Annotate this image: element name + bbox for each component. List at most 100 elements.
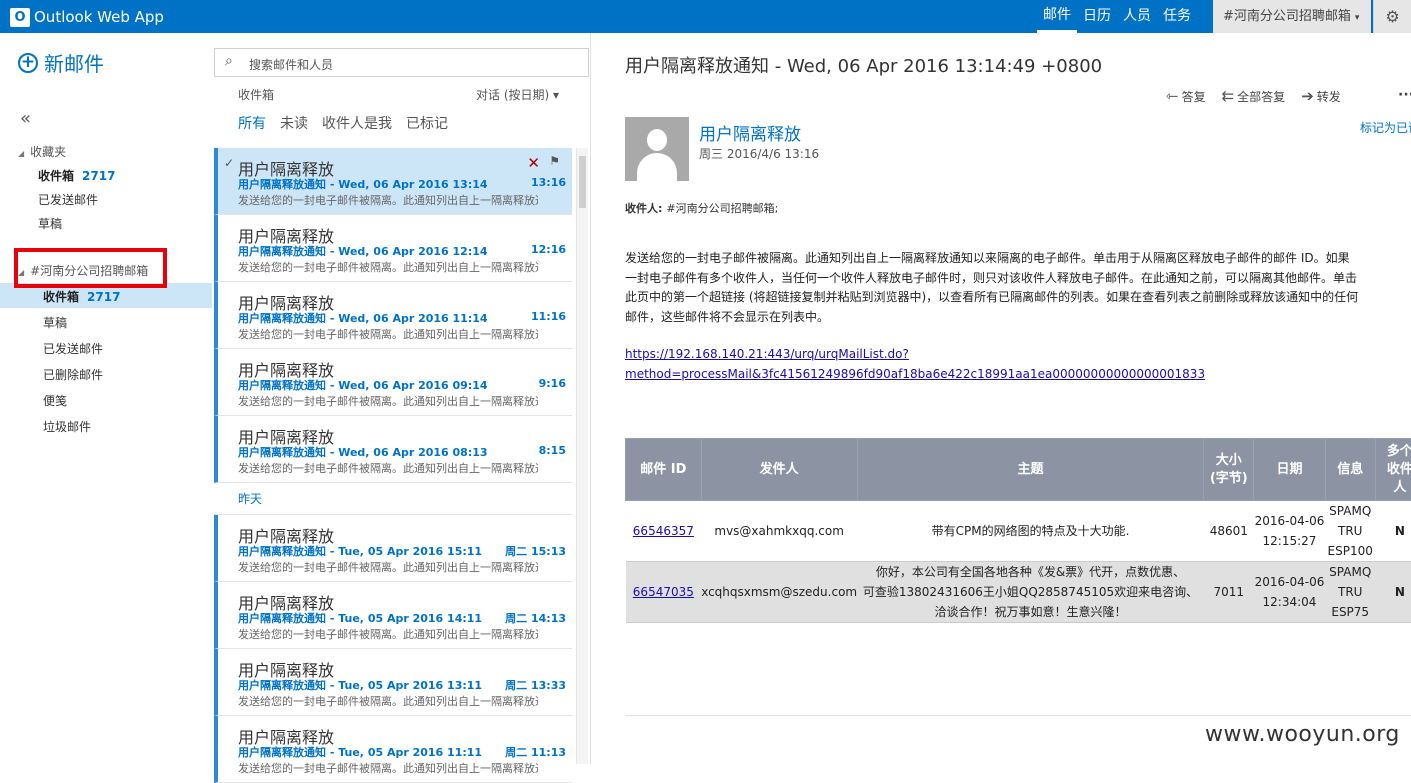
col-header-date: 日期 — [1254, 439, 1326, 501]
reply-label: 答复 — [1182, 90, 1206, 104]
message-subject: 用户隔离释放通知 - Tue, 05 Apr 2016 14:11 — [238, 610, 488, 626]
search-placeholder: 搜索邮件和人员 — [249, 56, 333, 73]
folder-item-drafts[interactable]: 草稿 — [43, 314, 67, 331]
folder-item-sent[interactable]: 已发送邮件 — [43, 340, 103, 357]
body-line: 一封电子邮件有多个收件人，当任何一个收件人释放电子邮件时，则只对该收件人释放电子… — [625, 269, 1411, 289]
list-item[interactable]: 用户隔离释放 用户隔离释放通知 - Wed, 06 Apr 2016 08:13… — [214, 416, 572, 483]
filter-flagged[interactable]: 已标记 — [406, 113, 448, 133]
search-input[interactable]: ⌕ 搜索邮件和人员 — [214, 48, 589, 77]
scrollbar-thumb[interactable] — [579, 156, 586, 208]
check-icon[interactable]: ✓ — [224, 156, 234, 170]
avatar-head — [647, 129, 667, 151]
new-mail-label: 新邮件 — [44, 48, 104, 77]
sort-dropdown[interactable]: 对话 (按日期) ▾ — [476, 86, 559, 103]
row-sender: mvs@xahmkxqq.com — [701, 501, 857, 562]
more-actions-icon[interactable]: ··· — [1398, 87, 1411, 103]
reading-date: 周三 2016/4/6 13:16 — [699, 145, 819, 162]
folder-inbox-label: 收件箱 — [43, 290, 79, 304]
list-item[interactable]: ✓ 用户隔离释放 ✕ ⚑ 用户隔离释放通知 - Wed, 06 Apr 2016… — [214, 148, 572, 215]
message-preview: 发送给您的一封电子邮件被隔离。此通知列出自上一隔离释放通知以来隔离的电子邮件 — [238, 760, 538, 776]
nav-people[interactable]: 人员 — [1117, 0, 1157, 33]
filter-tabs: 所有 未读 收件人是我 已标记 — [238, 113, 462, 133]
filter-all[interactable]: 所有 — [238, 113, 266, 133]
day-separator: 昨天 — [214, 483, 572, 515]
message-time: 9:16 — [539, 377, 566, 390]
fav-item-inbox[interactable]: 收件箱2717 — [38, 167, 115, 184]
nav-mail[interactable]: 邮件 — [1037, 0, 1077, 33]
message-body: 发送给您的一封电子邮件被隔离。此通知列出自上一隔离释放通知以来隔离的电子邮件。单… — [625, 249, 1411, 327]
row-info: SPAMQ TRU ESP100 — [1325, 501, 1375, 562]
table-header-row: 邮件 ID 发件人 主题 大小 (字节) 日期 信息 多个 收件 人 — [626, 439, 1411, 501]
filter-to-me[interactable]: 收件人是我 — [322, 113, 392, 133]
reply-icon: ⇽ — [1166, 87, 1179, 105]
list-item[interactable]: 用户隔离释放 用户隔离释放通知 - Wed, 06 Apr 2016 09:14… — [214, 349, 572, 416]
mail-id-link[interactable]: 66546357 — [626, 501, 702, 562]
reply-button[interactable]: ⇽答复 — [1166, 87, 1206, 105]
message-time: 周二 15:13 — [505, 543, 566, 559]
message-subject: 用户隔离释放通知 - Wed, 06 Apr 2016 12:14:49 +08… — [238, 243, 488, 259]
forward-icon: ➔ — [1301, 87, 1314, 105]
account-menu[interactable]: #河南分公司招聘邮箱▾ — [1213, 0, 1371, 33]
unread-count: 2717 — [82, 169, 115, 183]
list-item[interactable]: 用户隔离释放 用户隔离释放通知 - Tue, 05 Apr 2016 14:11… — [214, 582, 572, 649]
body-line: 邮件，这些邮件将不会显示在列表中。 — [625, 308, 1411, 328]
forward-button[interactable]: ➔转发 — [1301, 87, 1341, 105]
list-item[interactable]: 用户隔离释放 用户隔离释放通知 - Wed, 06 Apr 2016 11:14… — [214, 282, 572, 349]
new-mail-button[interactable]: + 新邮件 — [18, 48, 104, 77]
reply-all-button[interactable]: ⇇全部答复 — [1222, 87, 1286, 105]
collapse-icon[interactable]: « — [20, 108, 31, 129]
quarantine-list-link[interactable]: https://192.168.140.21:443/urq/urqMailLi… — [625, 345, 1205, 384]
flag-icon[interactable]: ⚑ — [549, 154, 560, 168]
folder-item-junk[interactable]: 垃圾邮件 — [43, 418, 91, 435]
folder-item-notes[interactable]: 便笺 — [43, 392, 67, 409]
recipient-label: 收件人: — [625, 202, 662, 215]
filter-unread[interactable]: 未读 — [280, 113, 308, 133]
message-subject: 用户隔离释放通知 - Tue, 05 Apr 2016 11:11 — [238, 744, 488, 760]
top-bar: O Outlook Web App 邮件 日历 人员 任务 #河南分公司招聘邮箱… — [0, 0, 1411, 33]
account-name: #河南分公司招聘邮箱 — [1223, 9, 1351, 24]
list-item[interactable]: 用户隔离释放 用户隔离释放通知 - Tue, 05 Apr 2016 11:11… — [214, 716, 572, 783]
plus-icon: + — [18, 53, 38, 73]
mail-id-link[interactable]: 66547035 — [626, 562, 702, 623]
message-preview: 发送给您的一封电子邮件被隔离。此通知列出自上一隔离释放通知以来隔离的电子邮件 — [238, 626, 538, 642]
message-list: ✓ 用户隔离释放 ✕ ⚑ 用户隔离释放通知 - Wed, 06 Apr 2016… — [214, 148, 572, 783]
folder-item-inbox[interactable]: 收件箱2717 — [43, 288, 120, 305]
delete-icon[interactable]: ✕ — [527, 154, 540, 172]
message-time: 12:16 — [531, 243, 566, 256]
message-preview: 发送给您的一封电子邮件被隔离。此通知列出自上一隔离释放通知以来隔离的电子邮件 — [238, 259, 538, 275]
row-subject: 你好，本公司有全国各地各种《发&票》代开，点数优惠、 可查验1380243160… — [857, 562, 1204, 623]
fav-item-sent[interactable]: 已发送邮件 — [38, 191, 98, 208]
message-preview: 发送给您的一封电子邮件被隔离。此通知列出自上一隔离释放通知以来隔离的电子邮件 — [238, 192, 538, 208]
avatar-body — [637, 153, 677, 181]
col-header-id: 邮件 ID — [626, 439, 702, 501]
gear-icon[interactable]: ⚙ — [1373, 0, 1411, 33]
app-brand[interactable]: O Outlook Web App — [10, 7, 164, 27]
list-item[interactable]: 用户隔离释放 用户隔离释放通知 - Tue, 05 Apr 2016 13:11… — [214, 649, 572, 716]
forward-label: 转发 — [1317, 90, 1341, 104]
message-time: 11:16 — [531, 310, 566, 323]
recipient-value[interactable]: #河南分公司招聘邮箱; — [666, 202, 778, 215]
mark-read-link[interactable]: 标记为已读 — [1360, 119, 1411, 136]
reply-all-label: 全部答复 — [1237, 90, 1285, 104]
reading-sender[interactable]: 用户隔离释放 — [699, 120, 801, 145]
nav-tasks[interactable]: 任务 — [1157, 0, 1197, 33]
row-sender: xcqhqsxmsm@szedu.com — [701, 562, 857, 623]
list-scrollbar[interactable] — [576, 148, 588, 764]
row-date: 2016-04-06 12:15:27 — [1254, 501, 1326, 562]
message-actions: ⇽答复 ⇇全部答复 ➔转发 — [1166, 87, 1357, 105]
message-time: 周二 11:13 — [505, 744, 566, 760]
fav-item-drafts[interactable]: 草稿 — [38, 215, 62, 232]
list-item[interactable]: 用户隔离释放 用户隔离释放通知 - Tue, 05 Apr 2016 15:11… — [214, 515, 572, 582]
reply-all-icon: ⇇ — [1222, 87, 1235, 105]
col-header-info: 信息 — [1325, 439, 1375, 501]
folder-item-deleted[interactable]: 已删除邮件 — [43, 366, 103, 383]
message-subject: 用户隔离释放通知 - Tue, 05 Apr 2016 13:11 — [238, 677, 488, 693]
list-item[interactable]: 用户隔离释放 用户隔离释放通知 - Wed, 06 Apr 2016 12:14… — [214, 215, 572, 282]
message-subject: 用户隔离释放通知 - Wed, 06 Apr 2016 09:14:49 +08… — [238, 377, 488, 393]
message-time: 8:15 — [539, 444, 566, 457]
favorites-header[interactable]: ◢收藏夹 — [18, 143, 66, 160]
chevron-down-icon: ▾ — [553, 88, 559, 102]
nav-calendar[interactable]: 日历 — [1077, 0, 1117, 33]
col-header-subject: 主题 — [857, 439, 1204, 501]
table-row: 66547035 xcqhqsxmsm@szedu.com 你好，本公司有全国各… — [626, 562, 1411, 623]
